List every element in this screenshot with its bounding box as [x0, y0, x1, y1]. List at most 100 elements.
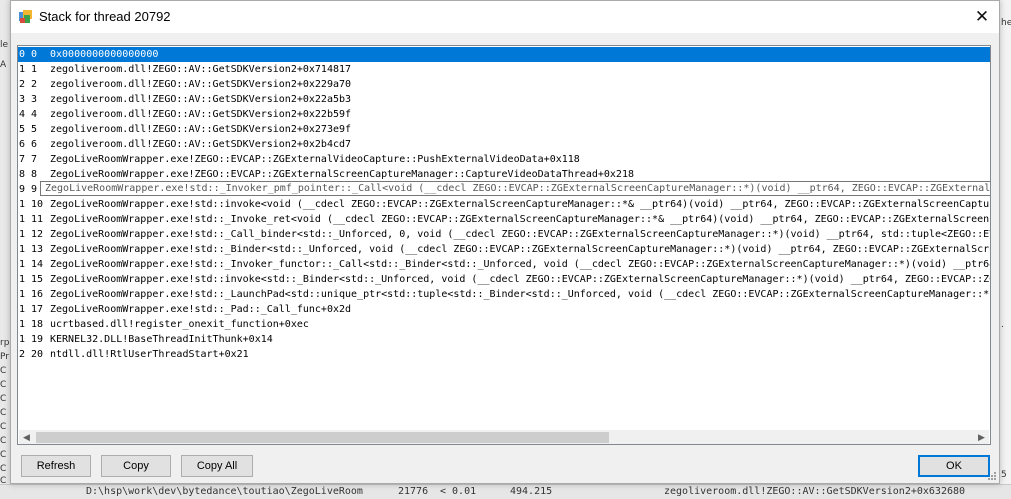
copy-all-button[interactable]: Copy All [181, 455, 253, 477]
frame-index: 0 0 [19, 49, 38, 60]
frame-index: 6 6 [19, 139, 38, 150]
frame-text: zegoliveroom.dll!ZEGO::AV::GetSDKVersion… [50, 64, 352, 75]
frame-index: 1 14 [19, 259, 44, 270]
frame-index: 1 16 [19, 289, 44, 300]
frame-index: 1 1 [19, 64, 38, 75]
frame-index: 5 5 [19, 124, 38, 135]
ok-label: OK [946, 460, 962, 472]
refresh-button[interactable]: Refresh [21, 455, 91, 477]
bg-left-text: rp [0, 338, 10, 348]
stack-frame-row[interactable]: 1 19 KERNEL32.DLL!BaseThreadInitThunk+0x1… [18, 332, 990, 347]
stack-frame-row[interactable]: 1 13 ZegoLiveRoomWrapper.exe!std::_Binder… [18, 242, 991, 257]
frame-text: ZegoLiveRoomWrapper.exe!std::_Binder<std… [50, 244, 991, 255]
frame-text: ZegoLiveRoomWrapper.exe!std::invoke<void… [50, 199, 991, 210]
stack-frame-row[interactable]: 2 2 zegoliveroom.dll!ZEGO::AV::GetSDKVers… [18, 77, 990, 92]
resize-grip-icon[interactable] [987, 471, 997, 481]
frame-text: ZegoLiveRoomWrapper.exe!std::_Invoke_ret… [50, 214, 991, 225]
stack-frame-row[interactable]: 1 16 ZegoLiveRoomWrapper.exe!std::_Launch… [18, 287, 991, 302]
frame-index: 1 17 [19, 304, 44, 315]
bg-right-text: he [1001, 18, 1011, 28]
frame-index: 4 4 [19, 109, 38, 120]
stack-frame-row[interactable]: 4 4 zegoliveroom.dll!ZEGO::AV::GetSDKVers… [18, 107, 990, 122]
stack-frame-row[interactable]: 1 11 ZegoLiveRoomWrapper.exe!std::_Invoke… [18, 212, 991, 227]
copy-button[interactable]: Copy [101, 455, 171, 477]
frame-index: 3 3 [19, 94, 38, 105]
bg-bottom-lt: < 0.01 [440, 486, 477, 497]
bg-left-text: C [0, 366, 7, 376]
frame-index: 1 10 [19, 199, 44, 210]
stack-frame-row[interactable]: 5 5 zegoliveroom.dll!ZEGO::AV::GetSDKVers… [18, 122, 990, 137]
stack-frame-row[interactable]: 0 0 0x0000000000000000 [18, 47, 990, 62]
frame-index: 8 8 [19, 169, 38, 180]
copy-label: Copy [123, 460, 149, 472]
stack-frame-row[interactable]: 1 1 zegoliveroom.dll!ZEGO::AV::GetSDKVers… [18, 62, 990, 77]
bg-left-text: C [0, 408, 7, 418]
bg-left-text: le [0, 40, 9, 50]
stack-frame-row[interactable]: 6 6 zegoliveroom.dll!ZEGO::AV::GetSDKVers… [18, 137, 990, 152]
frame-text: ZegoLiveRoomWrapper.exe!std::_Pad::_Call… [50, 304, 352, 315]
stack-frame-row[interactable]: 1 15 ZegoLiveRoomWrapper.exe!std::invoke<… [18, 272, 991, 287]
stack-frame-row[interactable]: 1 10 ZegoLiveRoomWrapper.exe!std::invoke<… [18, 197, 991, 212]
bg-right-text: 5 [1001, 470, 1007, 480]
frame-index: 1 19 [19, 334, 44, 345]
bg-left-text: C [0, 380, 7, 390]
frame-index: 1 18 [19, 319, 44, 330]
frame-text: KERNEL32.DLL!BaseThreadInitThunk+0x14 [50, 334, 273, 345]
frame-text: ZegoLiveRoomWrapper.exe!std::_Invoker_fu… [50, 259, 991, 270]
background-app-right-edge: he 5 . [1000, 0, 1011, 498]
scroll-left-icon[interactable]: ◀ [19, 430, 34, 444]
frame-text: ntdll.dll!RtlUserThreadStart+0x21 [50, 349, 249, 360]
bg-bottom-id: 21776 [398, 486, 429, 497]
close-icon: ✕ [974, 7, 990, 27]
bg-left-text: C [0, 450, 7, 460]
horizontal-scrollbar[interactable]: ◀ ▶ [19, 430, 989, 444]
stack-frame-row[interactable]: 3 3 zegoliveroom.dll!ZEGO::AV::GetSDKVers… [18, 92, 990, 107]
copy-all-label: Copy All [196, 460, 238, 472]
frame-text: ZegoLiveRoomWrapper.exe!std::invoke<std:… [50, 274, 991, 285]
frame-text: ZegoLiveRoomWrapper.exe!std::_Call_binde… [50, 229, 991, 240]
stack-dialog: Stack for thread 20792 ✕ 0 0 0x0000000000… [10, 0, 1000, 484]
stack-frame-row[interactable]: 2 20 ntdll.dll!RtlUserThreadStart+0x21 [18, 347, 990, 362]
stack-frame-row[interactable]: 1 12 ZegoLiveRoomWrapper.exe!std::_Call_b… [18, 227, 991, 242]
frame-index: 1 11 [19, 214, 44, 225]
background-app-bottom-row: D:\hsp\work\dev\bytedance\toutiao\ZegoLi… [0, 484, 1011, 499]
frame-text: zegoliveroom.dll!ZEGO::AV::GetSDKVersion… [50, 124, 352, 135]
scroll-right-icon[interactable]: ▶ [974, 430, 989, 444]
frame-text: ZegoLiveRoomWrapper.exe!ZEGO::EVCAP::ZGE… [50, 169, 634, 180]
frame-text: zegoliveroom.dll!ZEGO::AV::GetSDKVersion… [50, 79, 352, 90]
title-bar[interactable]: Stack for thread 20792 ✕ [11, 1, 999, 33]
frame-index: 1 13 [19, 244, 44, 255]
ok-button[interactable]: OK [918, 455, 990, 477]
bg-bottom-frame: zegoliveroom.dll!ZEGO::AV::GetSDKVersion… [664, 486, 966, 497]
frame-index: 1 12 [19, 229, 44, 240]
bg-left-text: Pr [0, 352, 9, 362]
frame-tooltip: ZegoLiveRoomWrapper.exe!std::_Invoker_pm… [40, 181, 990, 196]
bg-left-text: C [0, 436, 7, 446]
close-button[interactable]: ✕ [965, 1, 999, 33]
frame-text: ZegoLiveRoomWrapper.exe!ZEGO::EVCAP::ZGE… [50, 154, 580, 165]
bg-bottom-size: 494.215 [510, 486, 553, 497]
frame-text: ucrtbased.dll!register_onexit_function+0… [50, 319, 309, 330]
bg-left-text: C [0, 394, 7, 404]
bg-left-text: A [0, 60, 7, 70]
refresh-label: Refresh [36, 460, 76, 472]
stack-frame-row[interactable]: 1 17 ZegoLiveRoomWrapper.exe!std::_Pad::_… [18, 302, 990, 317]
stack-frame-row[interactable]: 7 7 ZegoLiveRoomWrapper.exe!ZEGO::EVCAP::… [18, 152, 990, 167]
frame-index: 2 20 [19, 349, 44, 360]
bg-left-text: C [0, 464, 7, 474]
window-title: Stack for thread 20792 [39, 9, 171, 24]
stack-frame-row[interactable]: 1 18 ucrtbased.dll!register_onexit_functi… [18, 317, 990, 332]
frame-index: 1 15 [19, 274, 44, 285]
stack-frame-row[interactable]: 8 8 ZegoLiveRoomWrapper.exe!ZEGO::EVCAP::… [18, 167, 990, 182]
frame-text: zegoliveroom.dll!ZEGO::AV::GetSDKVersion… [50, 109, 352, 120]
bg-left-text: C [0, 422, 7, 432]
frame-text: ZegoLiveRoomWrapper.exe!std::_LaunchPad<… [50, 289, 991, 300]
stack-frame-row[interactable]: 1 14 ZegoLiveRoomWrapper.exe!std::_Invoke… [18, 257, 991, 272]
scrollbar-thumb[interactable] [36, 432, 609, 443]
frame-text: zegoliveroom.dll!ZEGO::AV::GetSDKVersion… [50, 139, 352, 150]
bg-bottom-path: D:\hsp\work\dev\bytedance\toutiao\ZegoLi… [86, 486, 363, 497]
frame-index: 2 2 [19, 79, 38, 90]
frame-index: 7 7 [19, 154, 38, 165]
frame-text: zegoliveroom.dll!ZEGO::AV::GetSDKVersion… [50, 94, 352, 105]
stack-frame-list[interactable]: 0 0 0x0000000000000000 1 1 zegoliveroom.dll… [17, 45, 991, 445]
